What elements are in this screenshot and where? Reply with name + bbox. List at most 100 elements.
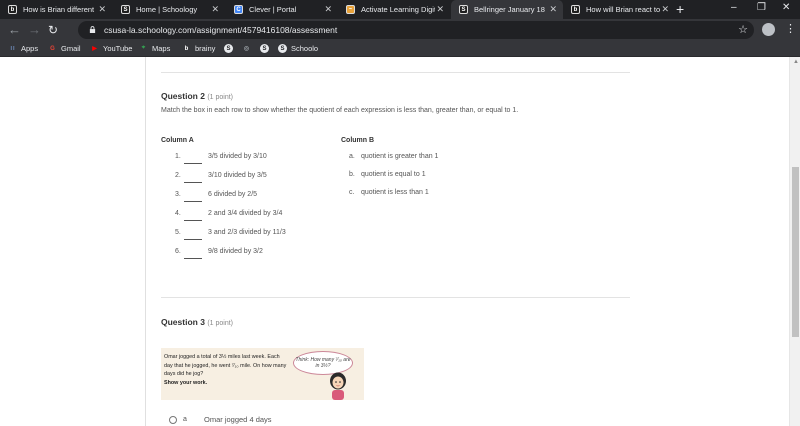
expression-text: 6 divided by 2/5 bbox=[208, 191, 258, 198]
maps-icon: ⌖ bbox=[141, 45, 146, 51]
bookmark-item[interactable]: ◎ bbox=[242, 44, 255, 53]
browser-tab[interactable]: S Home | Schoology ✕ bbox=[113, 0, 225, 19]
maximize-button[interactable]: ❐ bbox=[757, 2, 766, 13]
divider bbox=[161, 72, 630, 73]
column-b-header: Column B bbox=[341, 137, 375, 144]
bookmark-item[interactable]: G Gmail bbox=[48, 44, 81, 53]
bookmark-label: Schoolo bbox=[291, 44, 319, 53]
tab-close-icon[interactable]: ✕ bbox=[436, 4, 444, 15]
answer-blank-input[interactable] bbox=[184, 258, 202, 259]
question-points: (1 point) bbox=[207, 320, 233, 327]
bookmark-label: Maps bbox=[152, 44, 171, 53]
content-left-border bbox=[145, 57, 146, 426]
bookmark-item[interactable]: S Schoolo bbox=[278, 44, 318, 53]
problem-instruction: Show your work. bbox=[164, 379, 208, 386]
bookmarks-bar: ∷ Apps G Gmail ▶ YouTube ⌖ Maps b brainy S ◎ S S Schoo… bbox=[0, 41, 800, 57]
tab-close-icon[interactable]: ✕ bbox=[661, 4, 669, 15]
problem-line: days did he jog? bbox=[164, 371, 204, 378]
option-text: quotient is equal to 1 bbox=[361, 171, 426, 178]
new-tab-button[interactable]: + bbox=[676, 1, 684, 17]
girl-illustration-icon bbox=[330, 372, 346, 400]
bookmark-item[interactable]: S bbox=[224, 44, 237, 53]
scrollbar-thumb[interactable] bbox=[792, 167, 799, 337]
problem-line: day that he jogged, he went ⁷⁄₁₀ mile. O… bbox=[164, 362, 287, 369]
answer-blank-input[interactable] bbox=[184, 220, 202, 221]
answer-blank-input[interactable] bbox=[184, 239, 202, 240]
answer-letter: a bbox=[183, 416, 187, 423]
question-title-text: Question 3 bbox=[161, 317, 205, 327]
menu-icon[interactable]: ⋮ bbox=[785, 22, 796, 35]
bookmark-item[interactable]: ▶ YouTube bbox=[90, 44, 132, 53]
google-icon: G bbox=[50, 45, 55, 52]
browser-toolbar: ← → ↻ csusa-la.schoology.com/assignment/… bbox=[0, 19, 800, 41]
back-button[interactable]: ← bbox=[8, 22, 21, 37]
tab-close-icon[interactable]: ✕ bbox=[324, 4, 332, 15]
expression-text: 9/8 divided by 3/2 bbox=[208, 248, 263, 255]
tab-strip: b How is Brian different ✕ S Home | Schoolog… bbox=[0, 0, 800, 19]
bookmark-item[interactable]: b brainy bbox=[182, 44, 216, 53]
expression-text: 3/10 divided by 3/5 bbox=[208, 172, 267, 179]
tab-favicon-icon: S bbox=[459, 5, 468, 14]
bookmark-label: brainy bbox=[195, 44, 216, 53]
brainly-icon: b bbox=[184, 45, 189, 52]
schoology-icon: S bbox=[260, 44, 269, 53]
row-number: 2. bbox=[175, 172, 181, 179]
option-letter: b. bbox=[349, 171, 355, 178]
bookmark-item[interactable]: ∷ Apps bbox=[8, 44, 39, 53]
scroll-up-arrow-icon[interactable]: ▲ bbox=[793, 59, 799, 65]
close-window-button[interactable]: ✕ bbox=[782, 2, 790, 13]
answer-blank-input[interactable] bbox=[184, 201, 202, 202]
expression-text: 3/5 divided by 3/10 bbox=[208, 153, 267, 160]
forward-button[interactable]: → bbox=[28, 22, 41, 37]
schoology-icon: S bbox=[278, 44, 287, 53]
tab-close-icon[interactable]: ✕ bbox=[98, 4, 106, 15]
browser-tab[interactable]: ~ Activate Learning Digit ✕ bbox=[338, 0, 450, 19]
tab-title: Activate Learning Digit bbox=[361, 5, 435, 14]
row-number: 6. bbox=[175, 248, 181, 255]
expression-text: 3 and 2/3 divided by 11/3 bbox=[208, 229, 286, 236]
tab-favicon-icon: ~ bbox=[346, 5, 355, 14]
column-a-header: Column A bbox=[161, 137, 194, 144]
address-bar[interactable]: csusa-la.schoology.com/assignment/457941… bbox=[78, 21, 754, 39]
youtube-icon: ▶ bbox=[92, 46, 97, 52]
minimize-button[interactable]: – bbox=[731, 2, 737, 13]
reload-button[interactable]: ↻ bbox=[48, 23, 58, 37]
tab-close-icon[interactable]: ✕ bbox=[549, 4, 557, 15]
browser-tab[interactable]: S Bellringer January 18 ✕ bbox=[451, 0, 563, 19]
tab-title: How is Brian different bbox=[23, 5, 95, 14]
tab-favicon-icon: b bbox=[8, 5, 17, 14]
tab-title: How will Brian react to bbox=[586, 5, 660, 14]
bookmark-label: Gmail bbox=[61, 44, 81, 53]
option-text: quotient is greater than 1 bbox=[361, 153, 439, 160]
tab-title: Clever | Portal bbox=[249, 5, 297, 14]
row-number: 5. bbox=[175, 229, 181, 236]
bookmark-label: YouTube bbox=[103, 44, 133, 53]
problem-image: Omar jogged a total of 3½ miles last wee… bbox=[161, 348, 364, 400]
browser-tab[interactable]: C Clever | Portal ✕ bbox=[226, 0, 338, 19]
tab-favicon-icon: b bbox=[571, 5, 580, 14]
question-title-text: Question 2 bbox=[161, 91, 205, 101]
bookmark-item[interactable]: S bbox=[260, 44, 273, 53]
row-number: 1. bbox=[175, 153, 181, 160]
problem-text: Omar jogged a total of 3½ miles last wee… bbox=[164, 353, 290, 387]
schoology-icon: S bbox=[224, 44, 233, 53]
bookmark-item[interactable]: ⌖ Maps bbox=[139, 44, 171, 53]
tab-title: Home | Schoology bbox=[136, 5, 198, 14]
page-scrollbar[interactable]: ▲ bbox=[789, 57, 800, 426]
tab-title: Bellringer January 18 bbox=[474, 5, 545, 14]
profile-avatar[interactable] bbox=[762, 23, 775, 36]
problem-line: Omar jogged a total of 3½ miles last wee… bbox=[164, 354, 280, 360]
divider bbox=[161, 297, 630, 298]
answer-blank-input[interactable] bbox=[184, 163, 202, 164]
tab-favicon-icon: C bbox=[234, 5, 243, 14]
option-letter: a. bbox=[349, 153, 355, 160]
radio-button[interactable] bbox=[169, 416, 177, 424]
bookmark-label: Apps bbox=[21, 44, 39, 53]
tab-close-icon[interactable]: ✕ bbox=[211, 4, 219, 15]
browser-tab[interactable]: b How will Brian react to ✕ bbox=[563, 0, 675, 19]
assessment-page: Question 2 (1 point) Match the box in ea… bbox=[0, 57, 800, 426]
bookmark-star-icon[interactable]: ☆ bbox=[738, 23, 748, 36]
answer-blank-input[interactable] bbox=[184, 182, 202, 183]
question-prompt: Match the box in each row to show whethe… bbox=[161, 107, 519, 114]
browser-tab[interactable]: b How is Brian different ✕ bbox=[0, 0, 112, 19]
